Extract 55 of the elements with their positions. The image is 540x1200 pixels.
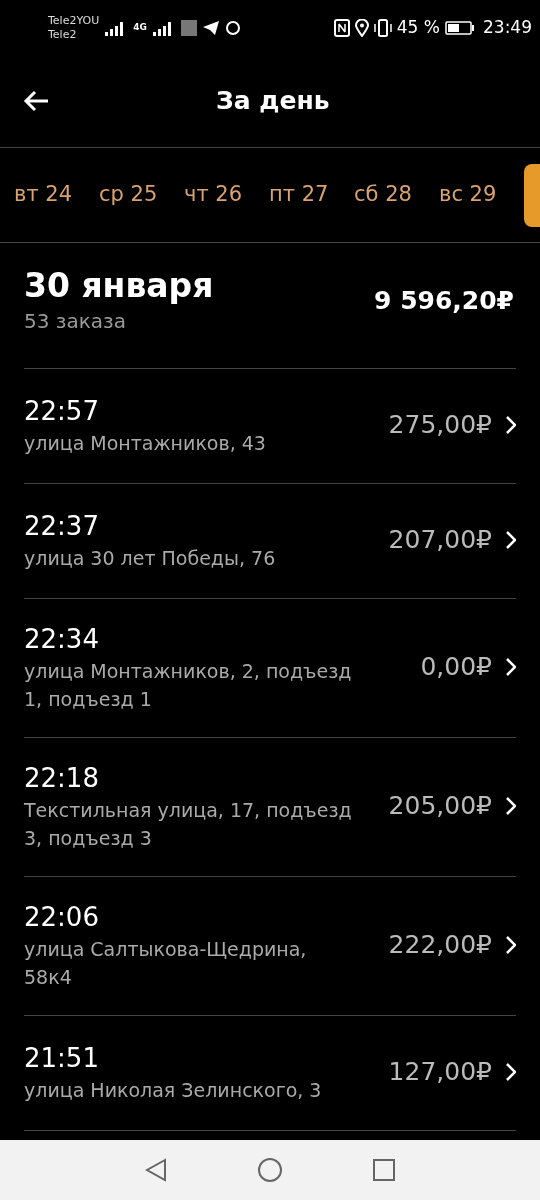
- send-icon: [202, 20, 219, 35]
- date-heading: 30 января: [24, 265, 214, 306]
- order-time: 21:51: [24, 1042, 100, 1075]
- order-address: улица Монтажников, 43: [24, 431, 267, 456]
- day-tab[interactable]: пт 27: [269, 179, 354, 211]
- screen-title: За день: [216, 85, 330, 118]
- recents-nav-icon[interactable]: [373, 1159, 395, 1181]
- order-time: 22:18: [24, 762, 100, 795]
- order-address: улица 30 лет Победы, 76: [24, 546, 277, 571]
- day-tab[interactable]: сб 28: [354, 179, 439, 211]
- order-row[interactable]: 22:34 улица Монтажников, 2, подъезд 1, подъезд 1 0,00₽: [24, 599, 516, 738]
- order-time: 22:34: [24, 623, 100, 656]
- order-price: 222,00₽: [388, 929, 492, 962]
- day-total: 9 596,20₽: [374, 284, 514, 317]
- order-row[interactable]: 22:06 улица Салтыкова-Щедрина, 58к4 222,00₽: [24, 877, 516, 1016]
- order-time: 22:37: [24, 510, 100, 543]
- order-address: улица Монтажников, 2, подъезд 1, подъезд 1: [24, 659, 353, 712]
- back-arrow-icon: [23, 90, 49, 112]
- back-nav-icon[interactable]: [145, 1158, 167, 1182]
- vibrate-icon: [373, 18, 392, 37]
- nfc-icon: [333, 18, 350, 37]
- location-icon: [354, 18, 369, 37]
- app-icon: [180, 19, 197, 36]
- day-tab[interactable]: чт 26: [184, 179, 269, 211]
- chevron-right-icon: [506, 531, 516, 549]
- clock: 23:49: [483, 15, 532, 39]
- order-time: 22:57: [24, 395, 100, 428]
- order-price: 127,00₽: [388, 1056, 492, 1089]
- day-tab[interactable]: ср 25: [99, 179, 184, 211]
- battery-charging-icon: [445, 20, 475, 35]
- carrier-name: Tele2YOU: [48, 13, 100, 28]
- order-time: 22:06: [24, 901, 100, 934]
- home-nav-icon[interactable]: [257, 1157, 283, 1183]
- order-address: улица Салтыкова-Щедрина, 58к4: [24, 937, 308, 990]
- day-tab[interactable]: вс 29: [439, 179, 524, 211]
- order-row[interactable]: 22:18 Текстильная улица, 17, подъезд 3, подъезд 3 205,00₽: [24, 738, 516, 877]
- chevron-right-icon: [506, 416, 516, 434]
- chevron-right-icon: [506, 797, 516, 815]
- network-type: 4G: [133, 23, 147, 32]
- order-row[interactable]: 22:57 улица Монтажников, 43 275,00₽: [24, 369, 516, 484]
- order-price: 207,00₽: [388, 524, 492, 557]
- order-price: 205,00₽: [388, 790, 492, 823]
- order-row[interactable]: 21:51 улица Николая Зелинского, 3 127,00₽: [24, 1016, 516, 1131]
- order-address: Текстильная улица, 17, подъезд 3, подъезд 3: [24, 798, 353, 851]
- order-price: 275,00₽: [388, 409, 492, 442]
- chevron-right-icon: [506, 658, 516, 676]
- orders-count: 53 заказа: [24, 307, 127, 335]
- chevron-right-icon: [506, 1063, 516, 1081]
- day-tab[interactable]: вт 24: [14, 179, 99, 211]
- order-row[interactable]: 22:37 улица 30 лет Победы, 76 207,00₽: [24, 484, 516, 599]
- battery-percent: 45 %: [396, 15, 440, 39]
- chevron-right-icon: [506, 936, 516, 954]
- order-price: 0,00₽: [420, 651, 492, 684]
- carrier-name: Tele2: [48, 27, 78, 42]
- order-address: улица Николая Зелинского, 3: [24, 1078, 323, 1103]
